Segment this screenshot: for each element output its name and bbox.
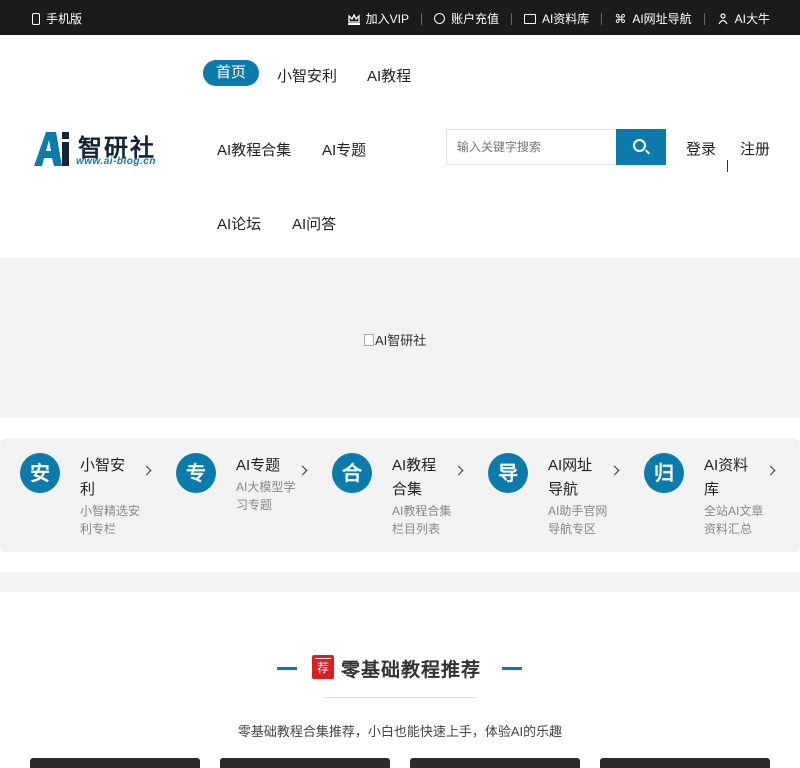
category-desc: AI教程合集栏目列表 [392, 504, 452, 536]
section-title: 零基础教程推荐 [341, 659, 482, 681]
search-button[interactable] [616, 129, 666, 165]
divider [325, 697, 475, 698]
category-desc: 全站AI文章资料汇总 [704, 504, 764, 536]
category-desc: AI大模型学习专题 [236, 480, 296, 512]
nav-item-tutorial-collection[interactable]: AI教程合集 [217, 139, 291, 160]
category-title: 小智安利 [80, 457, 126, 498]
category-title: AI资料库 [704, 457, 749, 498]
top-links: 加入VIP 账户充值 AI资料库 ⌘ AI网址导航 AI大牛 [347, 10, 770, 27]
join-vip-link[interactable]: 加入VIP [347, 10, 409, 27]
category-icon: 合 [332, 453, 372, 493]
site-logo[interactable]: 智研社 www.ai-blog.cn [32, 128, 177, 170]
category-tutorial-collection[interactable]: 合 AI教程合集 AI教程合集栏目列表 [312, 438, 468, 552]
category-ai-nav[interactable]: 导 AI网址导航 AI助手官网导航专区 [468, 438, 624, 552]
search-input[interactable] [446, 129, 616, 165]
search-icon [633, 139, 646, 152]
divider [510, 12, 512, 25]
category-icon: 归 [644, 453, 684, 493]
tutorial-card[interactable] [220, 758, 390, 768]
category-icon: 专 [176, 453, 216, 493]
chevron-right-icon [609, 465, 620, 476]
people-icon [717, 12, 729, 25]
divider [703, 12, 705, 25]
divider [727, 160, 728, 172]
section-heading: 荐 零基础教程推荐 [0, 652, 800, 682]
category-bar: 安 小智安利 小智精选安利专栏 专 AI专题 AI大模型学习专题 合 AI教程合… [0, 438, 800, 552]
tutorial-card[interactable] [600, 758, 770, 768]
phone-icon [32, 12, 40, 25]
category-title: AI网址导航 [548, 457, 593, 498]
register-link[interactable]: 注册 [740, 138, 770, 159]
category-ai-library[interactable]: 归 AI资料库 全站AI文章资料汇总 [624, 438, 780, 552]
category-icon: 导 [488, 453, 528, 493]
logo-mark [34, 132, 69, 166]
banner-alt-text: AI智研社 [375, 333, 427, 348]
category-xiaozhi[interactable]: 安 小智安利 小智精选安利专栏 [0, 438, 156, 552]
ai-library-link[interactable]: AI资料库 [523, 10, 590, 27]
nav-item-ai-topics[interactable]: AI专题 [322, 139, 366, 160]
join-vip-label: 加入VIP [365, 12, 409, 26]
category-desc: 小智精选安利专栏 [80, 504, 141, 536]
logo-url: www.ai-blog.cn [76, 156, 156, 167]
nav-item-ai-forum[interactable]: AI论坛 [217, 213, 261, 234]
nav-item-ai-tutorials[interactable]: AI教程 [367, 65, 411, 86]
nav-item-ai-qa[interactable]: AI问答 [292, 213, 336, 234]
top-bar: 手机版 加入VIP 账户充值 AI资料库 ⌘ AI网址导航 AI大牛 [0, 0, 800, 35]
divider [420, 12, 422, 25]
nav-item-home[interactable]: 首页 [203, 60, 260, 86]
divider [601, 12, 603, 25]
recharge-label: 账户充值 [450, 12, 499, 26]
chevron-right-icon [141, 465, 152, 476]
crown-icon [347, 13, 360, 25]
section-spacer [0, 572, 800, 592]
chevron-right-icon [453, 465, 464, 476]
command-icon: ⌘ [614, 11, 627, 26]
folder-icon [523, 13, 536, 24]
broken-image-icon [364, 333, 374, 346]
search-box [446, 129, 666, 165]
nav-item-xiaozhi[interactable]: 小智安利 [277, 65, 337, 86]
heading-bar-right [502, 667, 522, 670]
ai-experts-link[interactable]: AI大牛 [717, 10, 770, 27]
mobile-version-label: 手机版 [46, 12, 83, 26]
login-link[interactable]: 登录 [686, 138, 716, 159]
category-desc: AI助手官网导航专区 [548, 504, 608, 536]
banner-image: AI智研社 [364, 330, 426, 349]
category-icon: 安 [20, 453, 60, 493]
heading-bar-left [277, 667, 297, 670]
chevron-right-icon [297, 465, 308, 476]
section-subtitle: 零基础教程合集推荐，小白也能快速上手，体验AI的乐趣 [237, 724, 563, 739]
recharge-link[interactable]: 账户充值 [433, 10, 499, 27]
category-ai-topics[interactable]: 专 AI专题 AI大模型学习专题 [156, 438, 312, 552]
tutorial-card[interactable] [410, 758, 580, 768]
coin-icon [433, 13, 445, 24]
recommend-badge: 荐 [312, 655, 334, 679]
category-title: AI专题 [236, 457, 281, 474]
category-title: AI教程合集 [392, 457, 437, 498]
mobile-version-link[interactable]: 手机版 [32, 10, 82, 27]
ai-library-label: AI资料库 [541, 12, 590, 26]
tutorial-card[interactable] [30, 758, 200, 768]
ai-nav-label: AI网址导航 [632, 12, 692, 26]
banner[interactable]: AI智研社 [0, 258, 800, 418]
chevron-right-icon [765, 465, 776, 476]
ai-experts-label: AI大牛 [734, 12, 770, 26]
ai-nav-link[interactable]: ⌘ AI网址导航 [614, 10, 691, 27]
